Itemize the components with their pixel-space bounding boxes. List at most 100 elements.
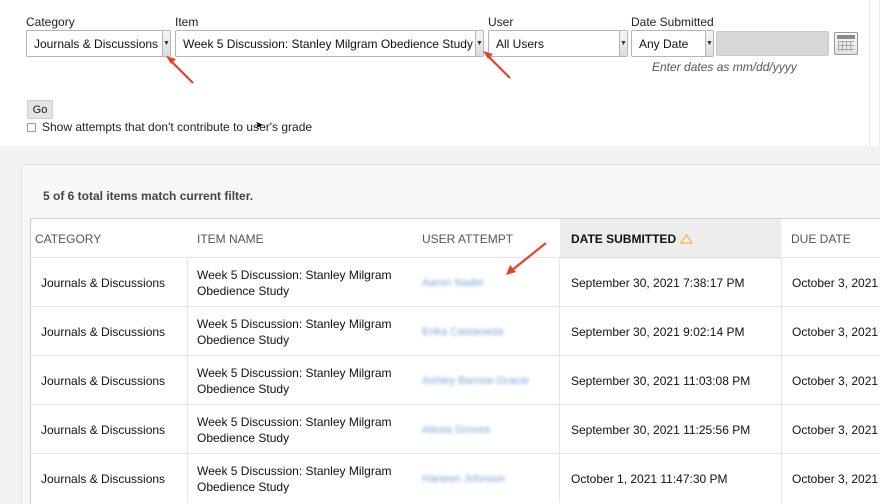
category-select[interactable]: Journals & Discussions ▼	[26, 30, 171, 57]
user-attempt-link[interactable]: Haneen Johnson	[422, 454, 505, 503]
category-label: Category	[26, 15, 75, 29]
item-name-line: Week 5 Discussion: Stanley Milgram	[197, 463, 392, 478]
column-divider	[559, 405, 560, 454]
column-divider	[187, 307, 188, 356]
due-date-cell: October 3, 2021	[792, 275, 879, 290]
table-row: Journals & Discussions Week 5 Discussion…	[31, 257, 880, 307]
item-name-line: Obedience Study	[197, 332, 290, 347]
filter-count-text: 5 of 6 total items match current filter.	[43, 189, 254, 203]
category-cell: Journals & Discussions	[41, 471, 166, 486]
column-header-category[interactable]: CATEGORY	[35, 219, 195, 259]
mouse-cursor-icon: ➤	[255, 120, 264, 131]
date-select-value: Any Date	[639, 36, 689, 51]
date-submitted-cell: September 30, 2021 11:03:08 PM	[571, 373, 751, 388]
date-select[interactable]: Any Date ▼	[631, 30, 714, 57]
user-attempt-name: Haneen Johnson	[422, 472, 506, 485]
item-name-cell: Week 5 Discussion: Stanley Milgram Obedi…	[197, 258, 392, 307]
date-submitted-label: Date Submitted	[631, 15, 714, 29]
show-attempts-option[interactable]: Show attempts that don't contribute to u…	[27, 120, 312, 134]
show-attempts-label: Show attempts that don't contribute to u…	[42, 120, 313, 134]
date-submitted-header-label: DATE SUBMITTED	[571, 232, 677, 246]
user-select-value: All Users	[496, 36, 545, 51]
column-divider	[559, 356, 560, 405]
user-attempt-link[interactable]: Alexia Groves	[422, 405, 490, 454]
column-divider	[781, 258, 782, 307]
show-attempts-checkbox[interactable]	[27, 122, 36, 132]
category-select-value: Journals & Discussions	[34, 36, 159, 51]
column-divider	[187, 258, 188, 307]
chevron-down-icon: ▼	[620, 40, 627, 47]
date-submitted-cell: September 30, 2021 11:25:56 PM	[571, 422, 751, 437]
user-select[interactable]: All Users ▼	[488, 30, 628, 57]
column-header-due-date[interactable]: DUE DATE	[791, 219, 880, 259]
table-row: Journals & Discussions Week 5 Discussion…	[31, 404, 880, 454]
item-name-line: Obedience Study	[197, 283, 290, 298]
user-attempt-name: Erika Castaneda	[422, 325, 504, 338]
calendar-header	[837, 35, 855, 39]
category-cell: Journals & Discussions	[41, 422, 166, 437]
user-attempt-link[interactable]: Ashley Barrow-Gracie	[422, 356, 529, 405]
date-submitted-cell: October 1, 2021 11:47:30 PM	[571, 471, 728, 486]
category-cell: Journals & Discussions	[41, 373, 166, 388]
due-date-cell: October 3, 2021	[792, 324, 879, 339]
item-name-line: Obedience Study	[197, 430, 290, 445]
column-header-item-name[interactable]: ITEM NAME	[197, 219, 417, 259]
column-divider	[559, 454, 560, 503]
user-dropdown-button[interactable]: ▼	[619, 31, 627, 56]
chevron-down-icon: ▼	[706, 40, 713, 47]
due-date-cell: October 3, 2021	[792, 422, 879, 437]
filter-panel: Category Item User Date Submitted Journa…	[0, 0, 880, 146]
item-name-line: Week 5 Discussion: Stanley Milgram	[197, 267, 392, 282]
user-attempt-name: Aaron Nadel	[422, 276, 484, 289]
user-attempt-link[interactable]: Erika Castaneda	[422, 307, 503, 356]
user-attempt-name: Ashley Barrow-Gracie	[422, 374, 529, 387]
chevron-down-icon: ▼	[476, 40, 483, 47]
category-cell: Journals & Discussions	[41, 324, 166, 339]
sort-ascending-icon	[680, 234, 694, 244]
user-label: User	[488, 15, 514, 29]
date-dropdown-button[interactable]: ▼	[705, 31, 713, 56]
calendar-icon[interactable]	[834, 32, 858, 55]
date-submitted-cell: September 30, 2021 7:38:17 PM	[571, 275, 745, 290]
table-row: Journals & Discussions Week 5 Discussion…	[31, 453, 880, 503]
column-header-user-attempt[interactable]: USER ATTEMPT	[422, 219, 557, 259]
due-date-cell: October 3, 2021	[792, 373, 879, 388]
table-row: Journals & Discussions Week 5 Discussion…	[31, 306, 880, 356]
attempts-table: CATEGORY ITEM NAME USER ATTEMPT DATE SUB…	[30, 218, 880, 504]
item-name-line: Obedience Study	[197, 479, 290, 494]
item-name-cell: Week 5 Discussion: Stanley Milgram Obedi…	[197, 307, 392, 356]
panel-divider	[869, 0, 870, 146]
column-divider	[559, 307, 560, 356]
column-header-date-submitted[interactable]: DATE SUBMITTED	[560, 219, 781, 259]
date-format-hint: Enter dates as mm/dd/yyyy	[652, 60, 797, 74]
column-divider	[781, 356, 782, 405]
column-divider	[187, 405, 188, 454]
go-button[interactable]: Go	[27, 100, 53, 119]
item-select[interactable]: Week 5 Discussion: Stanley Milgram Obedi…	[175, 30, 484, 57]
date-field[interactable]	[716, 31, 829, 56]
item-name-cell: Week 5 Discussion: Stanley Milgram Obedi…	[197, 405, 392, 454]
column-divider	[781, 307, 782, 356]
item-name-line: Week 5 Discussion: Stanley Milgram	[197, 365, 392, 380]
item-select-value: Week 5 Discussion: Stanley Milgram Obedi…	[183, 36, 473, 51]
user-attempt-name: Alexia Groves	[422, 423, 491, 436]
column-divider	[187, 356, 188, 405]
column-divider	[781, 454, 782, 503]
category-cell: Journals & Discussions	[41, 275, 166, 290]
item-name-cell: Week 5 Discussion: Stanley Milgram Obedi…	[197, 356, 392, 405]
column-divider	[187, 454, 188, 503]
column-divider	[781, 405, 782, 454]
user-attempt-link[interactable]: Aaron Nadel	[422, 258, 483, 307]
calendar-grid	[838, 41, 854, 51]
item-name-line: Obedience Study	[197, 381, 290, 396]
item-name-cell: Week 5 Discussion: Stanley Milgram Obedi…	[197, 454, 392, 503]
item-label: Item	[175, 15, 199, 29]
column-divider	[559, 258, 560, 307]
due-date-cell: October 3, 2021	[792, 471, 879, 486]
item-dropdown-button[interactable]: ▼	[475, 31, 483, 56]
date-submitted-cell: September 30, 2021 9:02:14 PM	[571, 324, 745, 339]
table-row: Journals & Discussions Week 5 Discussion…	[31, 355, 880, 405]
item-name-line: Week 5 Discussion: Stanley Milgram	[197, 414, 392, 429]
chevron-down-icon: ▼	[163, 40, 170, 47]
category-dropdown-button[interactable]: ▼	[162, 31, 170, 56]
